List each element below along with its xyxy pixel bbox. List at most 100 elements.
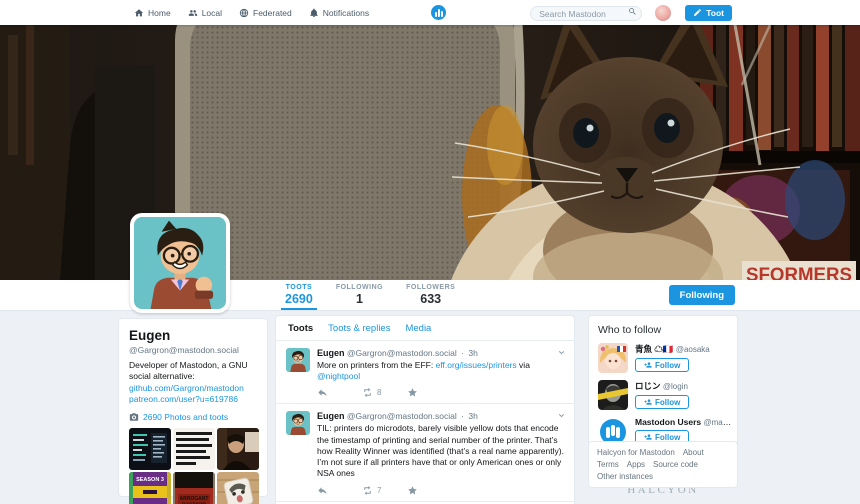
toot-1[interactable]: Eugen @Gargron@mastodon.social · 3h More… [276,341,574,404]
toot-author-name[interactable]: Eugen [317,348,345,358]
toot-timestamp[interactable]: 3h [468,411,477,421]
follow-button[interactable]: Follow [635,358,689,372]
who-to-follow-card: Who to follow 青魚 ☁🇫🇷 @aosaka Follow [588,315,738,459]
eugen-avatar-illustration [134,217,226,309]
profile-avatar[interactable] [130,213,230,313]
season3-title: SEASON 3 [136,477,164,483]
toot-author-handle[interactable]: @Gargron@mastodon.social [347,411,457,421]
person-plus-icon [644,433,652,441]
toot-mention-link[interactable]: @nightpool [317,371,360,381]
nav-item-federated[interactable]: Federated [239,8,292,18]
boost-button[interactable]: 8 [362,387,407,398]
search-input[interactable] [530,6,642,21]
toot-timestamp[interactable]: 3h [468,348,477,358]
footer-link-source[interactable]: Source code [653,460,698,469]
photos-and-toots-link[interactable]: 2690 Photos and toots [129,412,257,422]
toot-author-name[interactable]: Eugen [317,411,345,421]
profile-bio: Developer of Mastodon, a GNU social alte… [129,360,257,406]
chevron-down-icon[interactable] [557,411,566,420]
footer-link-about[interactable]: About [683,448,704,457]
toot-author-avatar[interactable] [286,411,310,435]
suggestion-name[interactable]: ロじン [635,381,661,391]
reply-button[interactable] [317,387,362,398]
footer-link-instances[interactable]: Other instances [597,472,653,481]
footer-link-apps[interactable]: Apps [627,460,645,469]
following-button[interactable]: Following [669,285,735,305]
suggestion-avatar[interactable] [598,380,628,410]
profile-header-image[interactable]: SFORMERS [0,25,860,280]
suggestion-handle[interactable]: @login [663,382,688,391]
cat-banner-illustration: SFORMERS [0,25,860,280]
stat-following[interactable]: FOLLOWING 1 [332,280,387,310]
chevron-down-icon[interactable] [557,348,566,357]
aosaka-avatar-illustration [598,343,628,373]
suggestion-handle[interactable]: @aosaka [676,345,710,354]
bio-github-link[interactable]: github.com/Gargron/mastodon [129,383,244,393]
current-user-avatar[interactable] [655,5,671,21]
suggestion-name[interactable]: Mastodon Users [635,417,701,427]
suggestion-row-login: ロじン @login Follow [598,380,728,410]
news-screenshot-thumb [173,428,215,470]
users-icon [188,8,198,18]
suggestion-name[interactable]: 青魚 ☁🇫🇷 [635,344,673,354]
toot-text-segment: More on printers from the EFF: [317,360,436,370]
toot-author-avatar[interactable] [286,348,310,372]
toot-link[interactable]: eff.org/issues/printers [436,360,517,370]
stat-following-label: FOLLOWING [336,284,383,291]
toot-actions: 7 [317,485,564,496]
media-tile-webcam[interactable] [217,428,259,470]
banner-book-label: SFORMERS [746,265,852,280]
terminal-screenshot-thumb [129,428,171,470]
nav-item-notifications[interactable]: Notifications [309,8,369,18]
tab-toots-and-replies[interactable]: Toots & replies [328,323,390,334]
tab-toots[interactable]: Toots [288,323,313,334]
media-tile-sticker[interactable] [217,472,259,504]
follow-button[interactable]: Follow [635,395,689,409]
reply-button[interactable] [317,485,362,496]
favourite-button[interactable] [407,485,452,496]
toot-body: Eugen @Gargron@mastodon.social · 3h More… [317,348,564,398]
bio-text: Developer of Mastodon, a GNU social alte… [129,360,248,381]
person-plus-icon [644,361,652,369]
toot-header: Eugen @Gargron@mastodon.social · 3h [317,411,564,421]
footer-link-halcyon[interactable]: Halcyon for Mastodon [597,448,675,457]
stat-followers[interactable]: FOLLOWERS 633 [402,280,459,310]
bio-patreon-link[interactable]: patreon.com/user?u=619786 [129,394,238,404]
profile-card: Eugen @Gargron@mastodon.social Developer… [118,318,268,497]
person-plus-icon [644,398,652,406]
media-tile-terminal[interactable] [129,428,171,470]
eugen-avatar-illustration [286,411,310,435]
profile-name: Eugen [129,328,257,343]
season3-card-thumb: SEASON 3 COMPETITIVE PLAY [129,472,171,504]
boost-button[interactable]: 7 [362,485,407,496]
suggestion-info: 青魚 ☁🇫🇷 @aosaka Follow [635,343,728,373]
compose-icon [693,8,702,17]
media-tile-season3[interactable]: SEASON 3 COMPETITIVE PLAY [129,472,171,504]
suggestion-avatar[interactable] [598,343,628,373]
stat-toots[interactable]: TOOTS 2690 [281,280,317,310]
media-tile-news[interactable] [173,428,215,470]
toot-text: More on printers from the EFF: eff.org/i… [317,360,564,382]
beer-box-thumb: ARROGANT BASTARD [173,472,215,504]
webcam-photo-thumb [217,428,259,470]
navbar-right: Toot [530,4,732,22]
footer-links-card: Halcyon for Mastodon About Terms Apps So… [588,441,738,488]
halcyon-logo-icon[interactable] [431,5,446,20]
globe-icon [239,8,249,18]
footer-link-terms[interactable]: Terms [597,460,619,469]
favourite-button[interactable] [407,387,452,398]
media-tile-beer-box[interactable]: ARROGANT BASTARD [173,472,215,504]
tab-media[interactable]: Media [405,323,431,334]
reply-icon [317,387,328,398]
nav-item-local[interactable]: Local [188,8,222,18]
separator-dot: · [461,348,464,358]
nav-item-home[interactable]: Home [134,8,171,18]
suggestion-handle[interactable]: @mastodo… [704,417,736,427]
boost-icon [362,387,373,398]
search-box [530,4,642,22]
toot-button[interactable]: Toot [685,5,732,21]
toot-author-handle[interactable]: @Gargron@mastodon.social [347,348,457,358]
login-avatar-illustration [598,380,628,410]
search-icon[interactable] [628,7,637,16]
toot-2[interactable]: Eugen @Gargron@mastodon.social · 3h TIL:… [276,404,574,501]
